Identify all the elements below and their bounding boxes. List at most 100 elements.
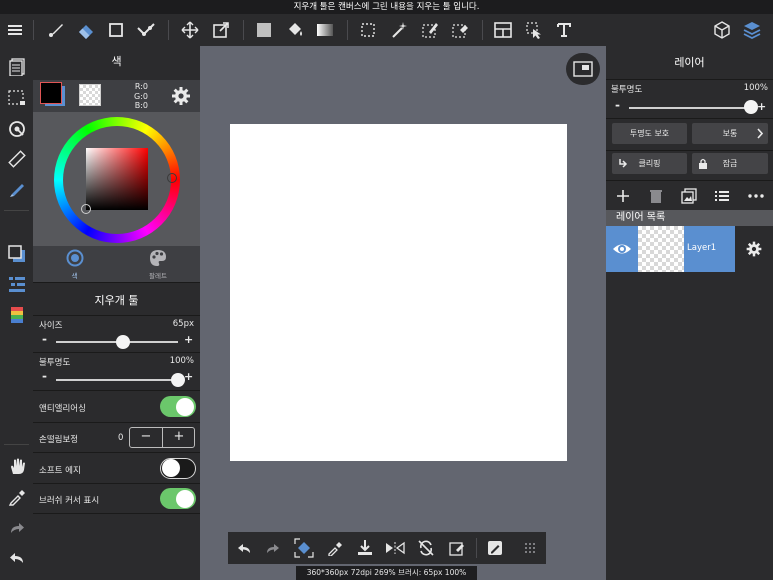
blend-mode-button[interactable]: 보통: [692, 123, 768, 144]
material-icon[interactable]: [0, 300, 33, 330]
canvas-status-bar: 360*360px 72dpi 269% 브러시: 65px 100%: [296, 566, 477, 580]
delete-layer-icon[interactable]: [648, 188, 664, 204]
transparent-color-swatch[interactable]: [79, 84, 101, 106]
primary-color-swatch[interactable]: [40, 82, 62, 104]
lock-label: 잠금: [722, 159, 738, 168]
undo-icon[interactable]: [0, 543, 33, 573]
opacity-minus-button[interactable]: -: [42, 369, 47, 383]
rotation-lock-icon[interactable]: [412, 532, 440, 564]
eraser-tool-panel: 지우개 툴 사이즈 65px - + 불투명도 100% - + 앤티앨리어싱 …: [33, 282, 200, 580]
frame-divider-icon[interactable]: [488, 14, 518, 46]
size-slider-knob[interactable]: [116, 335, 131, 349]
layer-opacity-slider-knob[interactable]: [744, 100, 758, 114]
sv-picker-handle[interactable]: [81, 204, 91, 214]
antialias-toggle[interactable]: [160, 396, 196, 417]
color-settings-gear-icon[interactable]: [170, 85, 192, 107]
stabilizer-label: 손떨림보정: [39, 435, 79, 445]
brush-cursor-toggle[interactable]: [160, 488, 196, 509]
layer-settings-gear-icon: [746, 241, 762, 257]
bottom-action-bar: [228, 532, 546, 564]
tab-palette[interactable]: 팔레트: [116, 246, 200, 282]
hue-picker-handle[interactable]: [167, 173, 177, 183]
redo-action-icon[interactable]: [259, 532, 287, 564]
eraser-tool-icon[interactable]: [71, 14, 101, 46]
operation-tool-icon[interactable]: [519, 14, 549, 46]
select-eraser-icon[interactable]: [445, 14, 475, 46]
tool-panel-header: 지우개 툴: [33, 282, 200, 316]
size-row: 사이즈 65px - +: [33, 316, 200, 353]
layer-row[interactable]: Layer1: [606, 226, 773, 272]
undo-action-icon[interactable]: [230, 532, 258, 564]
tool-tip-bar: 지우개 툴은 캔버스에 그린 내용을 지우는 툴 입니다.: [0, 0, 773, 14]
clear-selection-icon[interactable]: [443, 532, 471, 564]
bucket-tool-icon[interactable]: [280, 14, 310, 46]
protect-alpha-button[interactable]: 투명도 보호: [612, 123, 687, 144]
soft-edge-toggle[interactable]: [160, 458, 196, 479]
brush-settings-icon[interactable]: [0, 174, 33, 204]
pages-icon[interactable]: [0, 52, 33, 82]
fill-color-icon[interactable]: [249, 14, 279, 46]
bar-grip-icon[interactable]: [516, 532, 544, 564]
soft-edge-row: 소프트 에지: [33, 453, 200, 484]
eyedropper-action-icon[interactable]: [321, 532, 349, 564]
tab-color[interactable]: 색: [33, 246, 116, 282]
layer-opacity-slider-track[interactable]: [629, 107, 751, 109]
flip-horizontal-icon[interactable]: [381, 532, 409, 564]
layer-list-header: 레이어 목록: [606, 210, 773, 226]
opacity-slider-knob[interactable]: [171, 373, 185, 387]
layer-thumbnail: [638, 226, 684, 272]
opacity-plus-button[interactable]: +: [184, 370, 193, 383]
select-rect-icon[interactable]: [353, 14, 383, 46]
select-pen-icon[interactable]: [415, 14, 445, 46]
opacity-value: 100%: [169, 356, 194, 366]
transform-tool-icon[interactable]: [206, 14, 236, 46]
antialias-label: 앤티앨리어싱: [39, 404, 86, 414]
brush-tool-icon[interactable]: [41, 14, 71, 46]
add-layer-icon[interactable]: [615, 188, 631, 204]
layer-name: Layer1: [687, 243, 717, 253]
lock-button[interactable]: 잠금: [692, 153, 768, 174]
duplicate-layer-icon[interactable]: [681, 188, 697, 204]
stabilizer-stepper: − +: [129, 427, 195, 448]
redo-icon[interactable]: [0, 513, 33, 543]
size-label: 사이즈: [39, 321, 63, 331]
hand-tool-icon[interactable]: [0, 451, 33, 481]
color-panel-icon[interactable]: [0, 239, 33, 269]
color-panel-title: 색: [33, 46, 200, 80]
layer-settings-button[interactable]: [735, 226, 773, 272]
layer-panel-title: 레이어: [606, 46, 773, 80]
line-tool-icon[interactable]: [131, 14, 161, 46]
visibility-eye-icon[interactable]: [612, 239, 632, 259]
size-plus-button[interactable]: +: [184, 333, 193, 346]
layer-properties-icon[interactable]: [714, 188, 730, 204]
size-minus-button[interactable]: -: [42, 332, 47, 346]
eyedropper-icon[interactable]: [0, 482, 33, 512]
layers-toggle-icon[interactable]: [737, 14, 767, 46]
move-tool-icon[interactable]: [175, 14, 205, 46]
tool-panel-title: 지우개 툴: [94, 294, 139, 307]
snap-icon[interactable]: [0, 114, 33, 144]
stabilizer-minus-button[interactable]: −: [130, 429, 162, 445]
save-download-icon[interactable]: [351, 532, 379, 564]
clipping-label: 클리핑: [638, 159, 661, 168]
text-tool-icon[interactable]: [549, 14, 579, 46]
menu-icon[interactable]: [0, 14, 30, 46]
selection-panel-icon[interactable]: [0, 83, 33, 113]
layer-opacity-plus-button[interactable]: +: [757, 100, 766, 113]
more-options-icon[interactable]: [747, 188, 765, 204]
magic-wand-icon[interactable]: [384, 14, 414, 46]
opacity-slider-track[interactable]: [56, 379, 178, 381]
eraser-quick-icon[interactable]: [290, 532, 318, 564]
gradient-tool-icon[interactable]: [310, 14, 340, 46]
stabilizer-plus-button[interactable]: +: [163, 429, 195, 445]
3d-material-icon[interactable]: [707, 14, 737, 46]
layer-opacity-minus-button[interactable]: -: [615, 98, 620, 112]
quick-edit-icon[interactable]: [481, 532, 509, 564]
layer-list-icon[interactable]: [0, 269, 33, 299]
drawing-canvas[interactable]: [230, 124, 567, 461]
saturation-value-square[interactable]: [86, 148, 148, 210]
shape-tool-icon[interactable]: [101, 14, 131, 46]
clipping-button[interactable]: 클리핑: [612, 153, 687, 174]
ruler-icon[interactable]: [0, 144, 33, 174]
navigator-toggle[interactable]: [566, 53, 600, 85]
